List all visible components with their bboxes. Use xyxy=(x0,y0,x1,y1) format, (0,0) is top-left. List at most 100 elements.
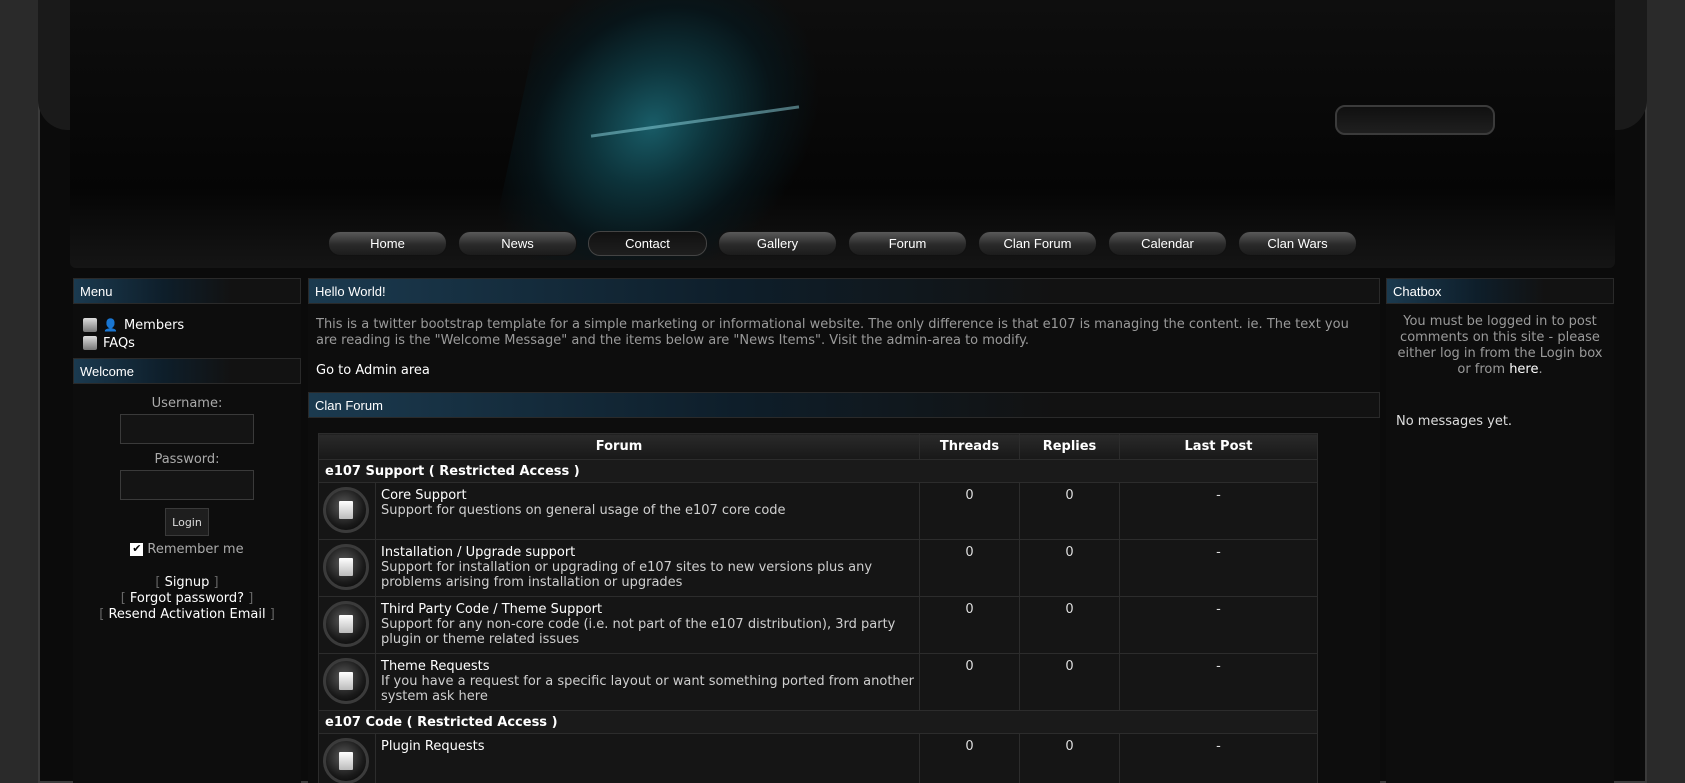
forum-status-icon xyxy=(323,658,369,704)
menu-item-faqs[interactable]: FAQs xyxy=(83,334,291,352)
menu-item-label: Members xyxy=(123,317,185,333)
menu-item-label: FAQs xyxy=(103,335,135,351)
login-button[interactable]: Login xyxy=(165,508,209,536)
forum-threads: 0 xyxy=(919,539,1020,597)
remember-me: ✔ Remember me xyxy=(73,542,301,557)
header-banner-image xyxy=(488,0,852,260)
forum-row: Theme Requests If you have a request for … xyxy=(318,653,1318,711)
username-input[interactable] xyxy=(120,414,254,444)
forum-title-link[interactable]: Third Party Code / Theme Support xyxy=(381,602,914,617)
col-header-last-post: Last Post xyxy=(1119,433,1318,460)
forum-replies: 0 xyxy=(1019,653,1120,711)
forum-info: Plugin Requests xyxy=(375,733,920,783)
chatbox-here-link[interactable]: here xyxy=(1509,362,1538,377)
nav-item-clan-wars[interactable]: Clan Wars xyxy=(1238,231,1357,256)
forum-info: Third Party Code / Theme Support Support … xyxy=(375,596,920,654)
admin-area-link[interactable]: Go to Admin area xyxy=(308,349,1380,378)
forum-info: Installation / Upgrade support Support fo… xyxy=(375,539,920,597)
account-links: [ Signup ] [ Forgot password? ] [ Resend… xyxy=(99,575,275,622)
left-sidebar: Menu 👤 Members FAQs Welcome Username: Pa… xyxy=(73,278,301,783)
chatbox-notice-end: . xyxy=(1538,362,1543,377)
forum-info: Core Support Support for questions on gen… xyxy=(375,482,920,540)
forum-row: Installation / Upgrade support Support fo… xyxy=(318,539,1318,597)
forgot-password-link[interactable]: Forgot password? xyxy=(130,591,244,606)
menu-caption: Menu xyxy=(73,278,301,304)
forum-threads: 0 xyxy=(919,596,1020,654)
forum-status-icon xyxy=(323,487,369,533)
chatbox-login-notice: You must be logged in to post comments o… xyxy=(1386,304,1614,378)
forum-category-row: e107 Code ( Restricted Access ) xyxy=(318,710,1318,734)
document-icon xyxy=(339,752,353,770)
forum-info: Theme Requests If you have a request for … xyxy=(375,653,920,711)
nav-item-home[interactable]: Home xyxy=(328,231,447,256)
welcome-caption: Welcome xyxy=(73,358,301,384)
username-label: Username: xyxy=(151,396,223,411)
forum-title-link[interactable]: Installation / Upgrade support xyxy=(381,545,914,560)
forum-icon-cell xyxy=(318,653,376,711)
forum-icon-cell xyxy=(318,539,376,597)
forum-title-link[interactable]: Plugin Requests xyxy=(381,739,914,754)
forum-replies: 0 xyxy=(1019,596,1120,654)
col-header-forum: Forum xyxy=(318,433,920,460)
forum-last-post: - xyxy=(1119,482,1318,540)
document-icon xyxy=(339,501,353,519)
forum-status-icon xyxy=(323,738,369,783)
nav-item-gallery[interactable]: Gallery xyxy=(718,231,837,256)
password-input[interactable] xyxy=(120,470,254,500)
forum-threads: 0 xyxy=(919,482,1020,540)
menu-list: 👤 Members FAQs xyxy=(73,304,301,358)
forum-replies: 0 xyxy=(1019,482,1120,540)
document-icon xyxy=(339,615,353,633)
nav-item-forum[interactable]: Forum xyxy=(848,231,967,256)
forum-last-post: - xyxy=(1119,653,1318,711)
document-icon xyxy=(339,558,353,576)
forum-row: Plugin Requests 0 0- xyxy=(318,733,1318,783)
col-header-replies: Replies xyxy=(1019,433,1120,460)
login-form: Username: Password: Login ✔ Remember me … xyxy=(73,384,301,623)
forum-icon-cell xyxy=(318,596,376,654)
page-icon xyxy=(83,318,97,332)
nav-item-news[interactable]: News xyxy=(458,231,577,256)
hello-caption: Hello World! xyxy=(308,278,1380,304)
forum-category-name: e107 Support ( Restricted Access ) xyxy=(318,459,1318,483)
remember-label: Remember me xyxy=(147,542,244,557)
forum-replies: 0 xyxy=(1019,733,1120,783)
forum-category-row: e107 Support ( Restricted Access ) xyxy=(318,459,1318,483)
nav-item-clan-forum[interactable]: Clan Forum xyxy=(978,231,1097,256)
forum-description: If you have a request for a specific lay… xyxy=(381,674,914,704)
remember-checkbox[interactable]: ✔ xyxy=(130,543,144,556)
forum-row: Third Party Code / Theme Support Support … xyxy=(318,596,1318,654)
forum-description: Support for questions on general usage o… xyxy=(381,503,786,518)
forum-threads: 0 xyxy=(919,733,1020,783)
chatbox-notice-text: You must be logged in to post comments o… xyxy=(1397,314,1603,377)
user-icon: 👤 xyxy=(103,318,118,332)
forum-description: Support for installation or upgrading of… xyxy=(381,560,873,590)
forum-replies: 0 xyxy=(1019,539,1120,597)
signup-link[interactable]: Signup xyxy=(165,575,210,590)
forum-table: Forum Threads Replies Last Post e107 Sup… xyxy=(318,433,1318,783)
forum-status-icon xyxy=(323,544,369,590)
nav-item-calendar[interactable]: Calendar xyxy=(1108,231,1227,256)
nav-item-contact[interactable]: Contact xyxy=(588,231,707,256)
forum-last-post: - xyxy=(1119,733,1318,783)
forum-threads: 0 xyxy=(919,653,1020,711)
forum-title-link[interactable]: Core Support xyxy=(381,488,914,503)
forum-last-post: - xyxy=(1119,596,1318,654)
menu-item-members[interactable]: 👤 Members xyxy=(83,316,291,334)
forum-category-name: e107 Code ( Restricted Access ) xyxy=(318,710,1318,734)
password-label: Password: xyxy=(154,452,220,467)
forum-title-link[interactable]: Theme Requests xyxy=(381,659,914,674)
site-header xyxy=(70,0,1615,268)
page-icon xyxy=(83,336,97,350)
resend-activation-link[interactable]: Resend Activation Email xyxy=(108,607,265,622)
header-search-pill xyxy=(1335,105,1495,135)
chatbox-caption: Chatbox xyxy=(1386,278,1614,304)
col-header-threads: Threads xyxy=(919,433,1020,460)
right-sidebar: Chatbox You must be logged in to post co… xyxy=(1386,278,1614,783)
chatbox-empty: No messages yet. xyxy=(1396,414,1513,429)
main-nav: Home News Contact Gallery Forum Clan Forum Cal… xyxy=(328,231,1357,256)
main-content: Hello World! This is a twitter bootstrap… xyxy=(308,278,1380,783)
forum-icon-cell xyxy=(318,482,376,540)
forum-row: Core Support Support for questions on gen… xyxy=(318,482,1318,540)
welcome-message: This is a twitter bootstrap template for… xyxy=(316,317,1349,348)
